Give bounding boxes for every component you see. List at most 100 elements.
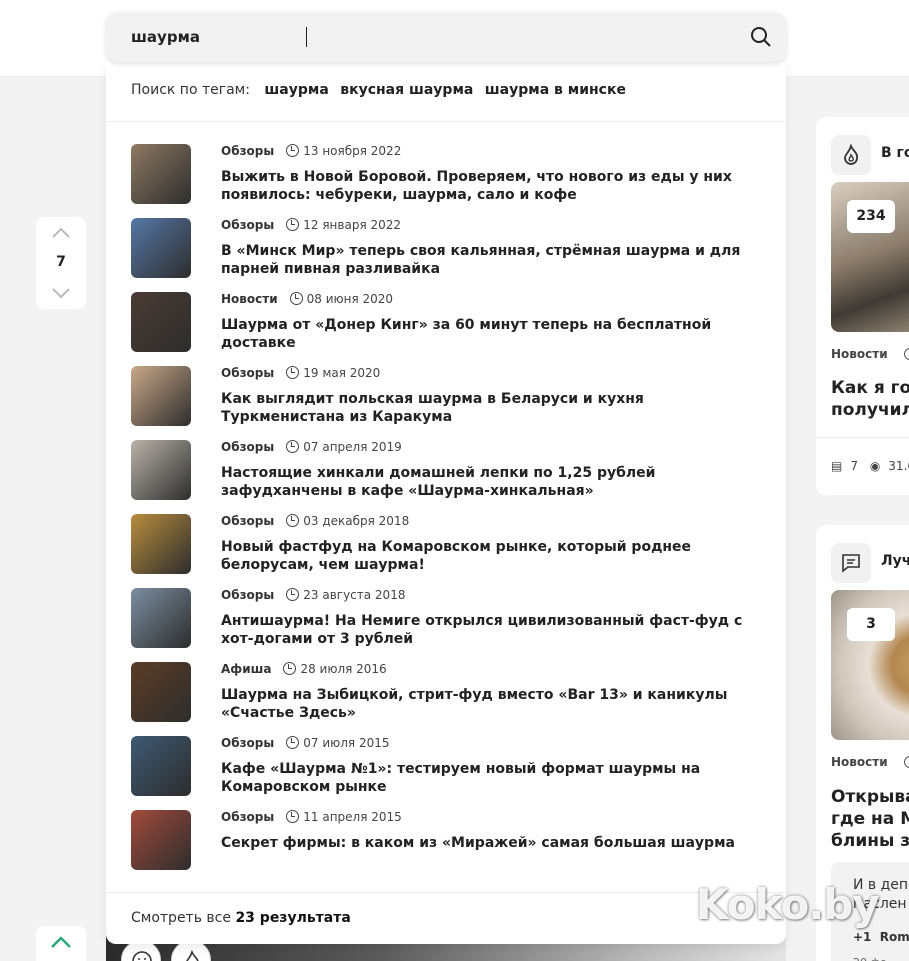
search-result-item[interactable]: Афиша 28 июля 2016 Шаурма на Зыбицкой, стр… [131,662,771,724]
comment-count: 7 [850,459,858,473]
result-thumbnail[interactable] [131,366,191,426]
result-date: 23 августа 2018 [303,588,406,602]
result-category[interactable]: Новости [221,292,278,306]
result-category[interactable]: Афиша [221,662,271,676]
hot-news-stats: ▤ 7 ◉ 31.6 [831,459,909,473]
search-result-item[interactable]: Обзоры 12 января 2022 В «Минск Мир» теперь… [131,218,771,280]
result-category[interactable]: Обзоры [221,588,274,602]
tag-search-row: Поиск по тегам: шаурма вкусная шаурма ша… [131,82,629,102]
result-date: 19 мая 2020 [303,366,381,380]
result-thumbnail[interactable] [131,440,191,500]
divider [106,892,786,893]
result-thumbnail[interactable] [131,662,191,722]
search-result-item[interactable]: Обзоры 13 ноября 2022 Выжить в Новой Боров… [131,144,771,206]
result-title[interactable]: Настоящие хинкали домашней лепки по 1,25… [221,464,771,500]
hot-news-title: В го [881,145,909,161]
clock-icon [286,736,300,749]
search-input[interactable] [131,12,731,62]
result-thumbnail[interactable] [131,514,191,574]
clock-icon [286,366,300,379]
comment-votes: +1 [853,930,872,944]
result-category[interactable]: Обзоры [221,736,274,750]
result-category[interactable]: Обзоры [221,218,274,232]
result-meta: Афиша 28 июля 2016 [221,662,387,676]
hot-news-headline[interactable]: Как я год получил [831,377,909,421]
vote-count: 7 [56,254,66,270]
hot-news-card: В го 234 Новости Как я год получил ▤ 7 ◉ 3… [816,117,909,495]
see-all-link[interactable]: Смотреть все 23 результата [131,910,351,926]
clock-icon [283,662,297,675]
result-date: 11 апреля 2015 [303,810,402,824]
result-date: 08 июня 2020 [306,292,394,306]
result-title[interactable]: Выжить в Новой Боровой. Проверяем, что н… [221,168,771,204]
result-thumbnail[interactable] [131,292,191,352]
clock-icon [904,348,909,360]
result-thumbnail[interactable] [131,144,191,204]
search-bar [106,12,786,62]
comment-icon: ▤ [831,459,843,473]
search-result-item[interactable]: Обзоры 03 декабря 2018 Новый фастфуд на Ко… [131,514,771,576]
result-category[interactable]: Обзоры [221,366,274,380]
result-date: 12 января 2022 [303,218,402,232]
hot-news-category[interactable]: Новости [831,347,888,361]
clock-icon [286,810,300,823]
search-icon[interactable] [750,26,772,48]
clock-icon [286,588,300,601]
result-title[interactable]: В «Минск Мир» теперь своя кальянная, стр… [221,242,771,278]
result-title[interactable]: Секрет фирмы: в каком из «Миражей» самая… [221,834,771,852]
fire-icon [844,144,859,165]
scroll-to-top-button[interactable] [36,926,86,961]
clock-icon [286,218,300,231]
vote-widget: 7 [36,217,86,309]
clock-icon [289,292,303,305]
fire-icon [185,950,199,961]
chat-icon-box [831,543,871,583]
clock-icon [286,514,300,527]
result-meta: Обзоры 23 августа 2018 [221,588,405,602]
chevron-up-icon[interactable] [51,223,71,243]
tag-link[interactable]: шаурма в минске [485,82,626,98]
comment-date: 20 фе [853,953,909,961]
result-thumbnail[interactable] [131,810,191,870]
comment-author[interactable]: Roma [880,930,909,944]
result-category[interactable]: Обзоры [221,440,274,454]
tag-link[interactable]: шаурма [264,82,328,98]
chevron-up-icon [51,936,71,948]
search-result-item[interactable]: Обзоры 19 мая 2020 Как выглядит польская ш… [131,366,771,428]
result-meta: Обзоры 07 июля 2015 [221,736,389,750]
tag-search-label: Поиск по тегам: [131,82,250,98]
result-title[interactable]: Антишаурма! На Немиге открылся цивилизов… [221,612,771,648]
result-category[interactable]: Обзоры [221,810,274,824]
search-result-item[interactable]: Обзоры 07 июля 2015 Кафе «Шаурма №1»: тест… [131,736,771,798]
result-thumbnail[interactable] [131,588,191,648]
divider [816,437,909,438]
smile-icon [132,951,152,961]
result-title[interactable]: Новый фастфуд на Комаровском рынке, кото… [221,538,771,574]
divider [106,121,786,122]
result-title[interactable]: Шаурма на Зыбицкой, стрит-фуд вместо «Ba… [221,686,771,722]
best-comments-category[interactable]: Новости [831,755,888,769]
clock-icon [286,440,300,453]
search-result-item[interactable]: Новости 08 июня 2020 Шаурма от «Донер Кинг… [131,292,771,354]
result-thumbnail[interactable] [131,736,191,796]
result-meta: Обзоры 07 апреля 2019 [221,440,402,454]
result-meta: Обзоры 11 апреля 2015 [221,810,402,824]
text-caret [306,27,307,47]
result-meta: Обзоры 03 декабря 2018 [221,514,409,528]
chevron-down-icon[interactable] [51,283,71,303]
search-result-item[interactable]: Обзоры 07 апреля 2019 Настоящие хинкали до… [131,440,771,502]
search-result-item[interactable]: Обзоры 11 апреля 2015 Секрет фирмы: в како… [131,810,771,872]
eye-icon: ◉ [869,459,881,473]
tag-link[interactable]: вкусная шаурма [340,82,473,98]
best-comments-headline[interactable]: Открыва где на Ма блины за [831,786,909,852]
result-title[interactable]: Кафе «Шаурма №1»: тестируем новый формат… [221,760,771,796]
result-title[interactable]: Шаурма от «Донер Кинг» за 60 минут тепер… [221,316,771,352]
result-thumbnail[interactable] [131,218,191,278]
result-category[interactable]: Обзоры [221,514,274,528]
result-category[interactable]: Обзоры [221,144,274,158]
best-comments-title: Луч [881,553,909,569]
site-watermark: Koko.by [696,880,880,929]
best-comments-badge: 3 [847,608,895,641]
search-result-item[interactable]: Обзоры 23 августа 2018 Антишаурма! На Неми… [131,588,771,650]
result-title[interactable]: Как выглядит польская шаурма в Беларуси … [221,390,771,426]
